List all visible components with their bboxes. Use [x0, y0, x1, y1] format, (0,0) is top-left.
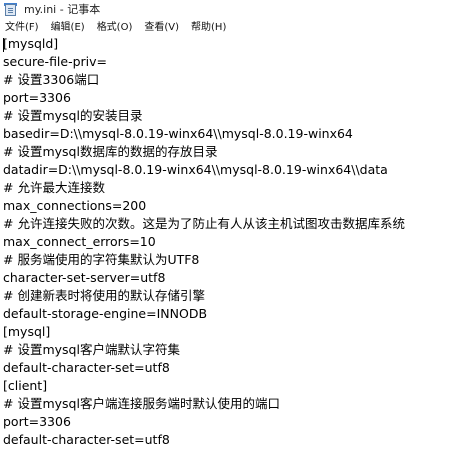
- editor-line: # 设置mysql客户端默认字符集: [3, 342, 180, 357]
- editor-line: max_connect_errors=10: [3, 234, 156, 249]
- text-editor-area[interactable]: [mysqld] secure-file-priv= # 设置3306端口 po…: [0, 36, 474, 464]
- editor-line: basedir=D:\\mysql-8.0.19-winx64\\mysql-8…: [3, 126, 353, 141]
- menu-format[interactable]: 格式(O): [91, 20, 139, 36]
- notepad-icon: [4, 3, 18, 17]
- window-title: my.ini - 记事本: [24, 3, 101, 16]
- editor-line: [client]: [3, 378, 48, 393]
- title-bar[interactable]: my.ini - 记事本: [0, 0, 474, 20]
- editor-line: # 设置mysql客户端连接服务端时默认使用的端口: [3, 396, 280, 411]
- editor-line: character-set-server=utf8: [3, 270, 166, 285]
- menu-file[interactable]: 文件(F): [0, 20, 45, 36]
- editor-line: # 允许最大连接数: [3, 180, 105, 195]
- editor-line: default-character-set=utf8: [3, 360, 170, 375]
- menu-view[interactable]: 查看(V): [138, 20, 185, 36]
- editor-line: # 设置mysql数据库的数据的存放目录: [3, 144, 218, 159]
- editor-line: # 设置mysql的安装目录: [3, 108, 143, 123]
- editor-line: port=3306: [3, 90, 71, 105]
- menu-edit[interactable]: 编辑(E): [45, 20, 91, 36]
- editor-line: # 服务端使用的字符集默认为UTF8: [3, 252, 200, 267]
- editor-line: datadir=D:\\mysql-8.0.19-winx64\\mysql-8…: [3, 162, 388, 177]
- editor-line: # 创建新表时将使用的默认存储引擎: [3, 288, 205, 303]
- editor-line: port=3306: [3, 414, 71, 429]
- editor-line: [mysql]: [3, 324, 51, 339]
- editor-line: default-storage-engine=INNODB: [3, 306, 208, 321]
- editor-line: [mysqld]: [3, 36, 59, 51]
- menu-bar: 文件(F) 编辑(E) 格式(O) 查看(V) 帮助(H): [0, 20, 474, 36]
- editor-line: max_connections=200: [3, 198, 147, 213]
- editor-line: secure-file-priv=: [3, 54, 108, 69]
- menu-help[interactable]: 帮助(H): [185, 20, 232, 36]
- text-caret: [3, 38, 4, 52]
- editor-line: default-character-set=utf8: [3, 432, 170, 447]
- editor-line: # 设置3306端口: [3, 72, 100, 87]
- editor-line: # 允许连接失败的次数。这是为了防止有人从该主机试图攻击数据库系统: [3, 216, 405, 231]
